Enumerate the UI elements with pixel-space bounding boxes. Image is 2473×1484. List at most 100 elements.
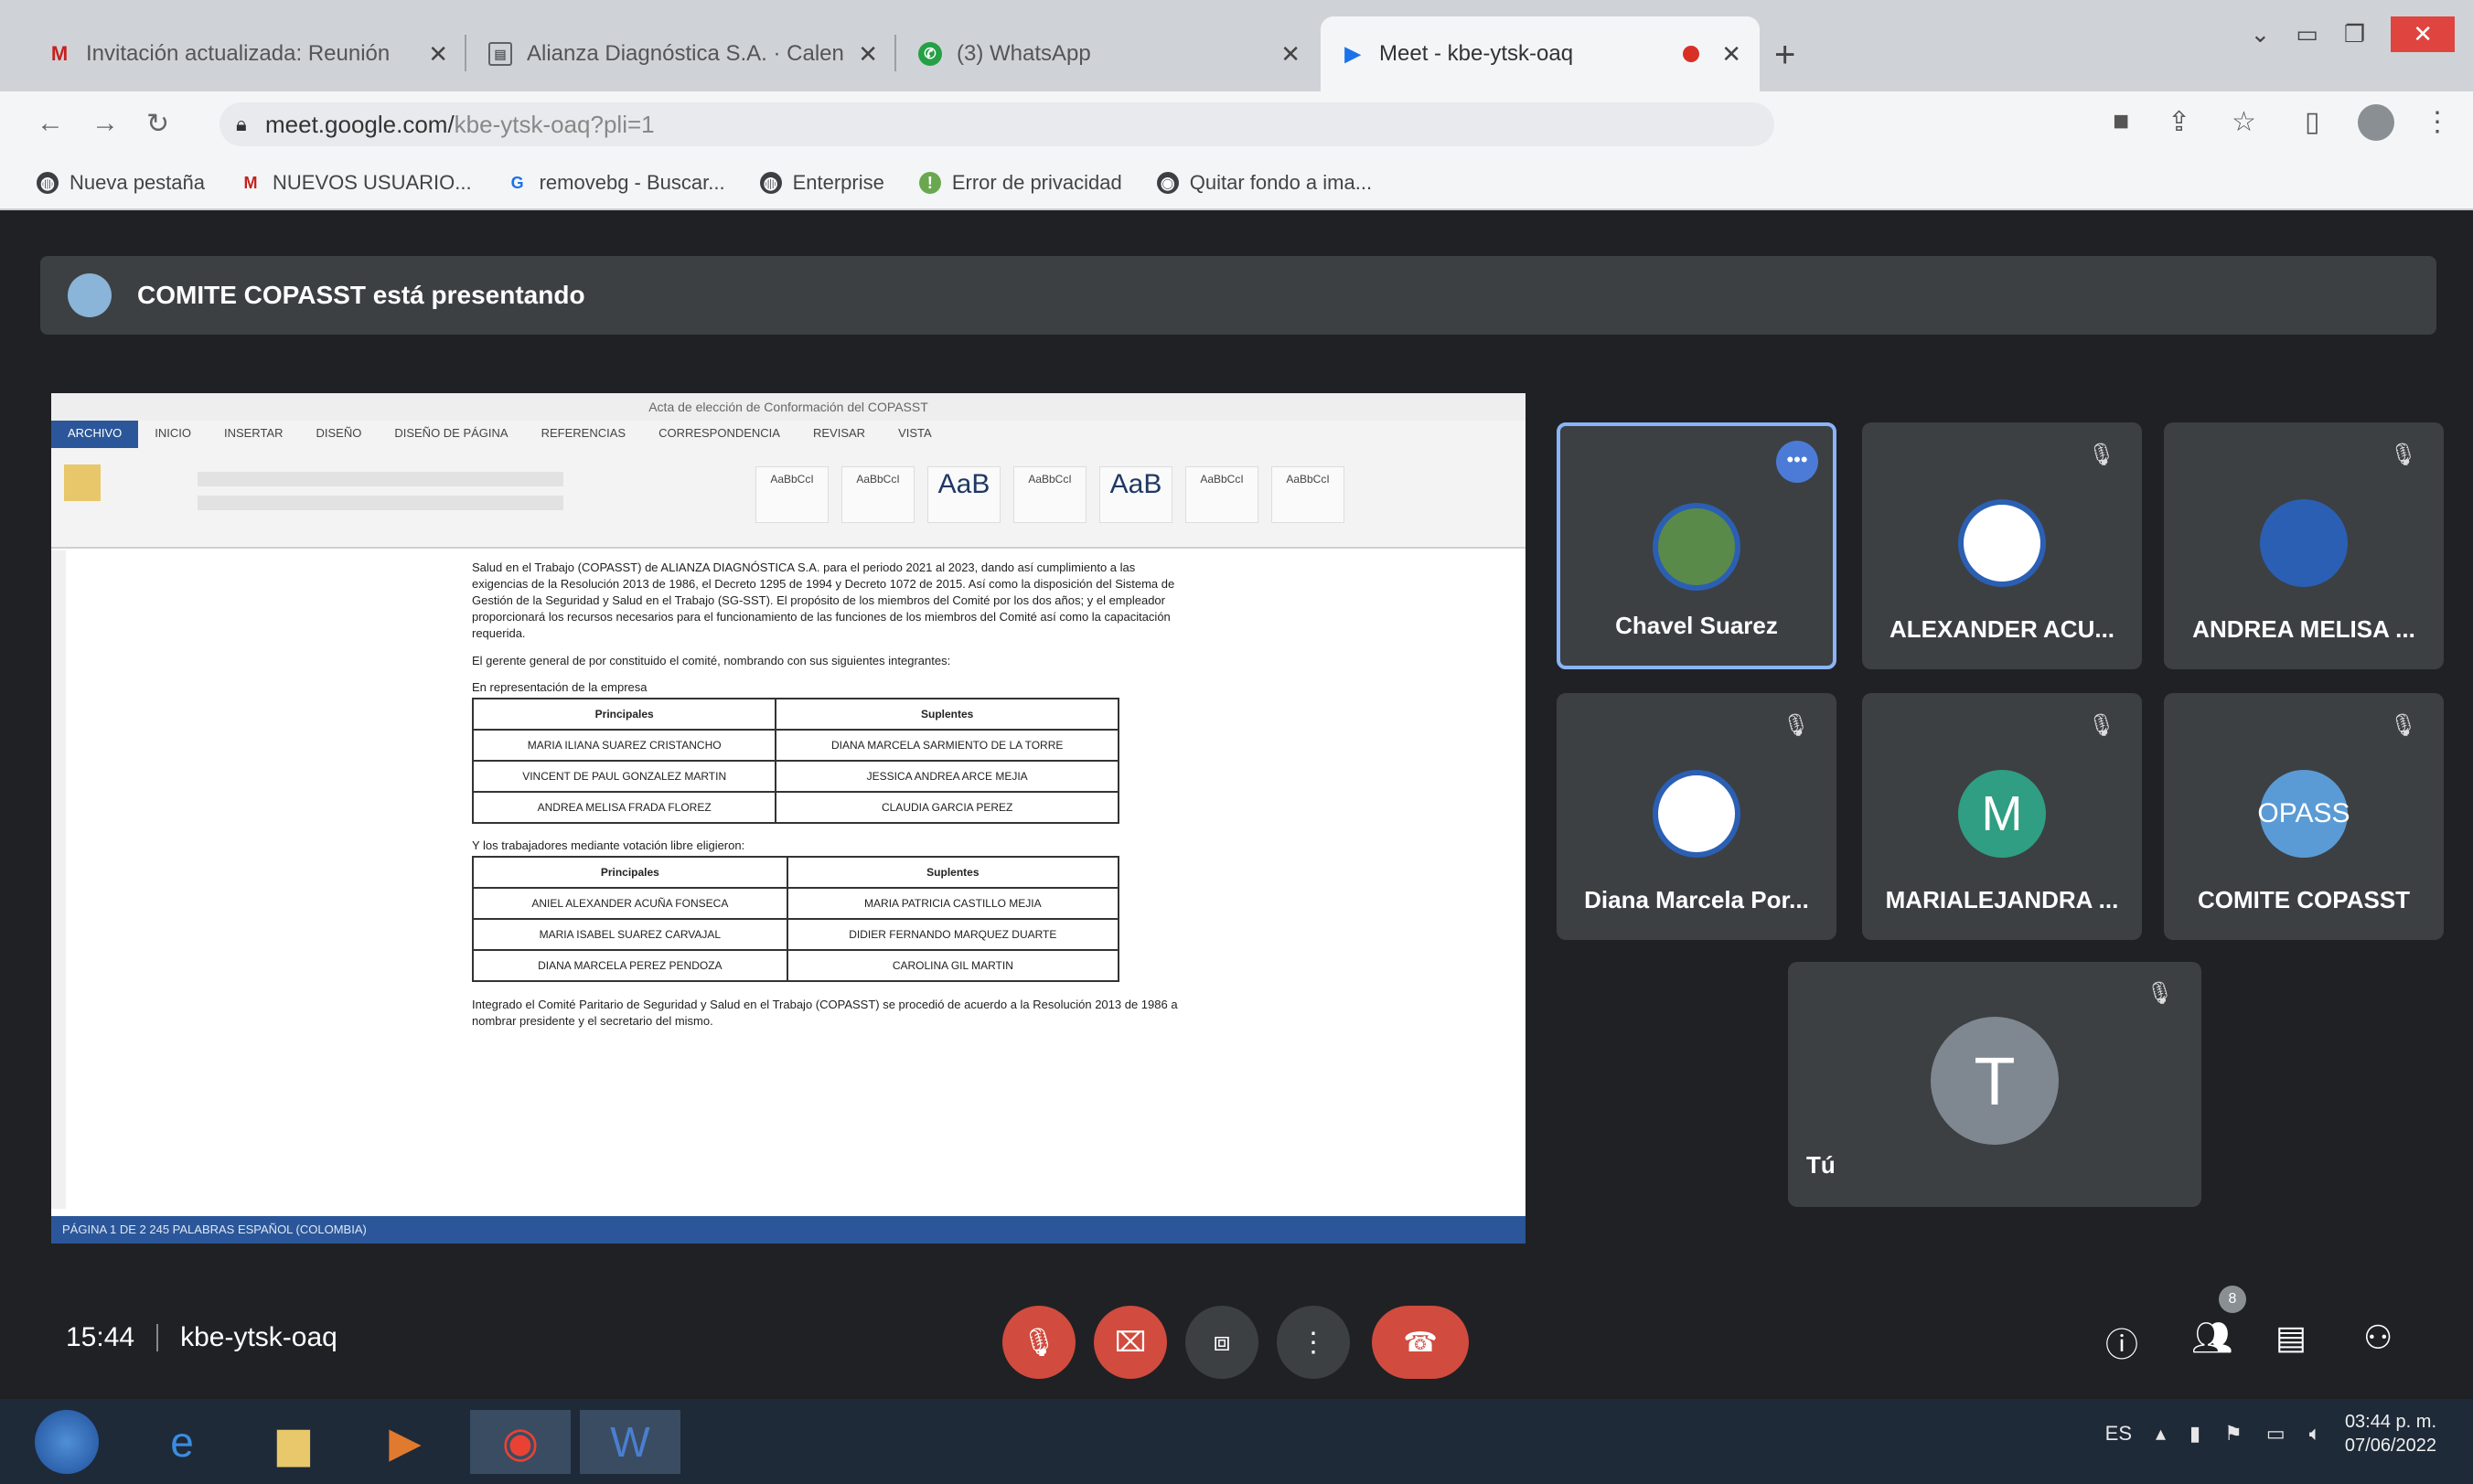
document-page: Salud en el Trabajo (COPASST) de ALIANZA… <box>471 560 1185 1209</box>
participant-avatar: M <box>1958 770 2046 858</box>
tab-title: Invitación actualizada: Reunión <box>86 41 391 66</box>
close-tab-icon[interactable]: ✕ <box>858 40 878 69</box>
tab-calendar[interactable]: ▤ Alianza Diagnóstica S.A. · Calen ✕ <box>468 16 896 91</box>
volume-icon[interactable]: 🔈︎ <box>2309 1422 2321 1446</box>
bookmark-star-icon[interactable]: ☆ <box>2232 106 2256 138</box>
browser-chrome: M Invitación actualizada: Reunión ✕ ▤ Al… <box>0 0 2473 210</box>
participant-tile[interactable]: 🎙︎ ANDREA MELISA ... <box>2164 422 2444 669</box>
participant-tile[interactable]: 🎙︎ OPASS COMITE COPASST <box>2164 693 2444 940</box>
close-tab-icon[interactable]: ✕ <box>1721 40 1741 69</box>
mic-toggle-button[interactable]: 🎙︎ <box>1002 1306 1076 1379</box>
ribbon-tab: VISTA <box>898 426 932 440</box>
restore-button[interactable]: ❐ <box>2344 20 2365 48</box>
bookmark-item[interactable]: M NUEVOS USUARIO... <box>240 171 472 195</box>
table-header: Principales <box>471 698 777 731</box>
lock-icon: 🔒︎ <box>236 112 247 135</box>
bookmark-item[interactable]: ! Error de privacidad <box>918 171 1122 195</box>
globe-icon: ◍ <box>759 172 782 194</box>
participant-tile[interactable]: 🎙︎ Diana Marcela Por... <box>1557 693 1836 940</box>
tab-meet[interactable]: ▶ Meet - kbe-ytsk-oaq ✕ <box>1321 16 1760 91</box>
forward-icon[interactable]: → <box>91 108 119 139</box>
mic-off-icon: 🎙︎ <box>2087 713 2116 738</box>
system-tray: ES ▴ ▮ ⚑ ▭ 🔈︎ 03:44 p. m. 07/06/2022 <box>2105 1410 2436 1457</box>
language-indicator[interactable]: ES <box>2105 1422 2132 1446</box>
participant-avatar <box>1958 499 2046 587</box>
tab-gmail-invitation[interactable]: M Invitación actualizada: Reunión ✕ <box>27 16 466 91</box>
clock[interactable]: 03:44 p. m. 07/06/2022 <box>2345 1410 2436 1457</box>
profile-avatar[interactable] <box>2358 104 2394 141</box>
close-tab-icon[interactable]: ✕ <box>428 40 448 69</box>
start-button[interactable] <box>35 1410 99 1474</box>
tab-search-icon[interactable]: ⌄ <box>2251 20 2271 48</box>
table-row: MARIA ISABEL SUAREZ CARVAJAL DIDIER FERNA… <box>472 918 1120 951</box>
url-field[interactable]: 🔒︎ meet.google.com/ kbe-ytsk-oaq?pli=1 <box>219 102 1774 146</box>
participant-tile[interactable]: ••• Chavel Suarez <box>1557 422 1836 669</box>
participant-tile[interactable]: 🎙︎ M MARIALEJANDRA ... <box>1862 693 2142 940</box>
url-domain: meet.google.com/ <box>265 110 455 138</box>
mic-off-icon: 🎙︎ <box>2146 981 2174 1006</box>
style-sample: AaBbCcI <box>1013 466 1087 523</box>
close-window-button[interactable]: ✕ <box>2391 16 2455 52</box>
people-icon[interactable]: 👥︎ <box>2191 1319 2233 1357</box>
table-header: Principales <box>472 856 788 889</box>
bookmark-item[interactable]: Gremovebg - Buscar... <box>507 171 725 195</box>
display-icon[interactable]: ▭ <box>2266 1422 2286 1446</box>
tab-whatsapp[interactable]: ✆ (3) WhatsApp ✕ <box>898 16 1319 91</box>
document-area: Salud en el Trabajo (COPASST) de ALIANZA… <box>51 550 1526 1209</box>
meeting-code: kbe-ytsk-oaq <box>180 1322 337 1352</box>
doc-label: En representación de la empresa <box>472 680 648 694</box>
self-tile[interactable]: 🎙︎ T Tú <box>1788 962 2201 1207</box>
word-taskbar-icon[interactable]: W <box>580 1410 680 1474</box>
bookmark-item[interactable]: ◍ Enterprise <box>759 171 884 195</box>
word-status-bar: PÁGINA 1 DE 2 245 PALABRAS ESPAÑOL (COLO… <box>51 1216 1526 1244</box>
file-explorer-icon[interactable]: ▆ <box>258 1410 329 1474</box>
bookmark-item[interactable]: ◉ Quitar fondo a ima... <box>1156 171 1372 195</box>
participant-name: Chavel Suarez <box>1615 612 1778 639</box>
internet-explorer-icon[interactable]: e <box>146 1410 218 1474</box>
back-icon[interactable]: ← <box>37 108 64 139</box>
address-bar-row: ← → ↻ 🔒︎ meet.google.com/ kbe-ytsk-oaq?p… <box>0 91 2473 157</box>
participant-avatar: OPASS <box>2257 770 2350 858</box>
doc-label: Y los trabajadores mediante votación lib… <box>472 838 745 852</box>
close-tab-icon[interactable]: ✕ <box>1280 40 1301 69</box>
minimize-button[interactable]: ▭ <box>2296 20 2318 48</box>
participant-tile[interactable]: 🎙︎ ALEXANDER ACU... <box>1862 422 2142 669</box>
meet-window: COMITE COPASST está presentando Acta de … <box>0 210 2473 1399</box>
leave-call-button[interactable]: ☎︎ <box>1372 1306 1469 1379</box>
chat-icon[interactable]: ▤ <box>2275 1319 2307 1357</box>
chrome-taskbar-icon[interactable]: ◉ <box>470 1410 571 1474</box>
mic-off-icon: 🎙︎ <box>1782 713 1811 738</box>
present-screen-icon: ⧈ <box>1213 1327 1231 1357</box>
extensions-icon[interactable]: ▯ <box>2305 106 2320 138</box>
camera-toggle-button[interactable]: ⌧ <box>1094 1306 1167 1379</box>
participant-name: Diana Marcela Por... <box>1584 886 1809 913</box>
mic-off-icon: 🎙︎ <box>2087 443 2116 467</box>
shared-screen[interactable]: Acta de elección de Conformación del COP… <box>51 393 1526 1244</box>
present-now-button[interactable]: ⧈ <box>1185 1306 1258 1379</box>
more-vert-icon: ⋮ <box>1300 1327 1327 1358</box>
tab-title: Alianza Diagnóstica S.A. · Calen <box>527 41 844 66</box>
recording-dot-icon <box>1683 46 1699 62</box>
share-icon[interactable]: ⇪ <box>2168 106 2190 138</box>
media-player-icon[interactable]: ▶ <box>369 1410 441 1474</box>
new-tab-button[interactable]: + <box>1774 35 1795 76</box>
activities-icon[interactable]: ⚇ <box>2363 1319 2393 1357</box>
flag-icon[interactable]: ⚑ <box>2224 1422 2243 1446</box>
meeting-details-icon[interactable]: ⓘ <box>2105 1319 2138 1366</box>
camera-in-use-icon[interactable]: ■ <box>2113 106 2129 137</box>
reload-icon[interactable]: ↻ <box>146 108 169 140</box>
meet-icon: ▶ <box>1344 42 1361 65</box>
word-title: Acta de elección de Conformación del COP… <box>51 393 1526 421</box>
bookmark-item[interactable]: ◍ Nueva pestaña <box>37 171 205 195</box>
more-options-icon[interactable]: ••• <box>1776 441 1818 483</box>
more-options-button[interactable]: ⋮ <box>1277 1306 1350 1379</box>
meeting-time: 15:44 <box>66 1322 135 1352</box>
camera-off-icon: ⌧ <box>1114 1327 1147 1358</box>
gmail-icon: M <box>50 42 69 65</box>
doc-paragraph: Integrado el Comité Paritario de Segurid… <box>472 998 1178 1028</box>
menu-icon[interactable]: ⋮ <box>2424 106 2451 138</box>
table-row: ANIEL ALEXANDER ACUÑA FONSECA MARIA PATRI… <box>472 887 1120 920</box>
show-hidden-icons-icon[interactable]: ▴ <box>2156 1422 2166 1446</box>
table-header: Suplentes <box>786 856 1120 889</box>
network-icon[interactable]: ▮ <box>2189 1422 2200 1446</box>
